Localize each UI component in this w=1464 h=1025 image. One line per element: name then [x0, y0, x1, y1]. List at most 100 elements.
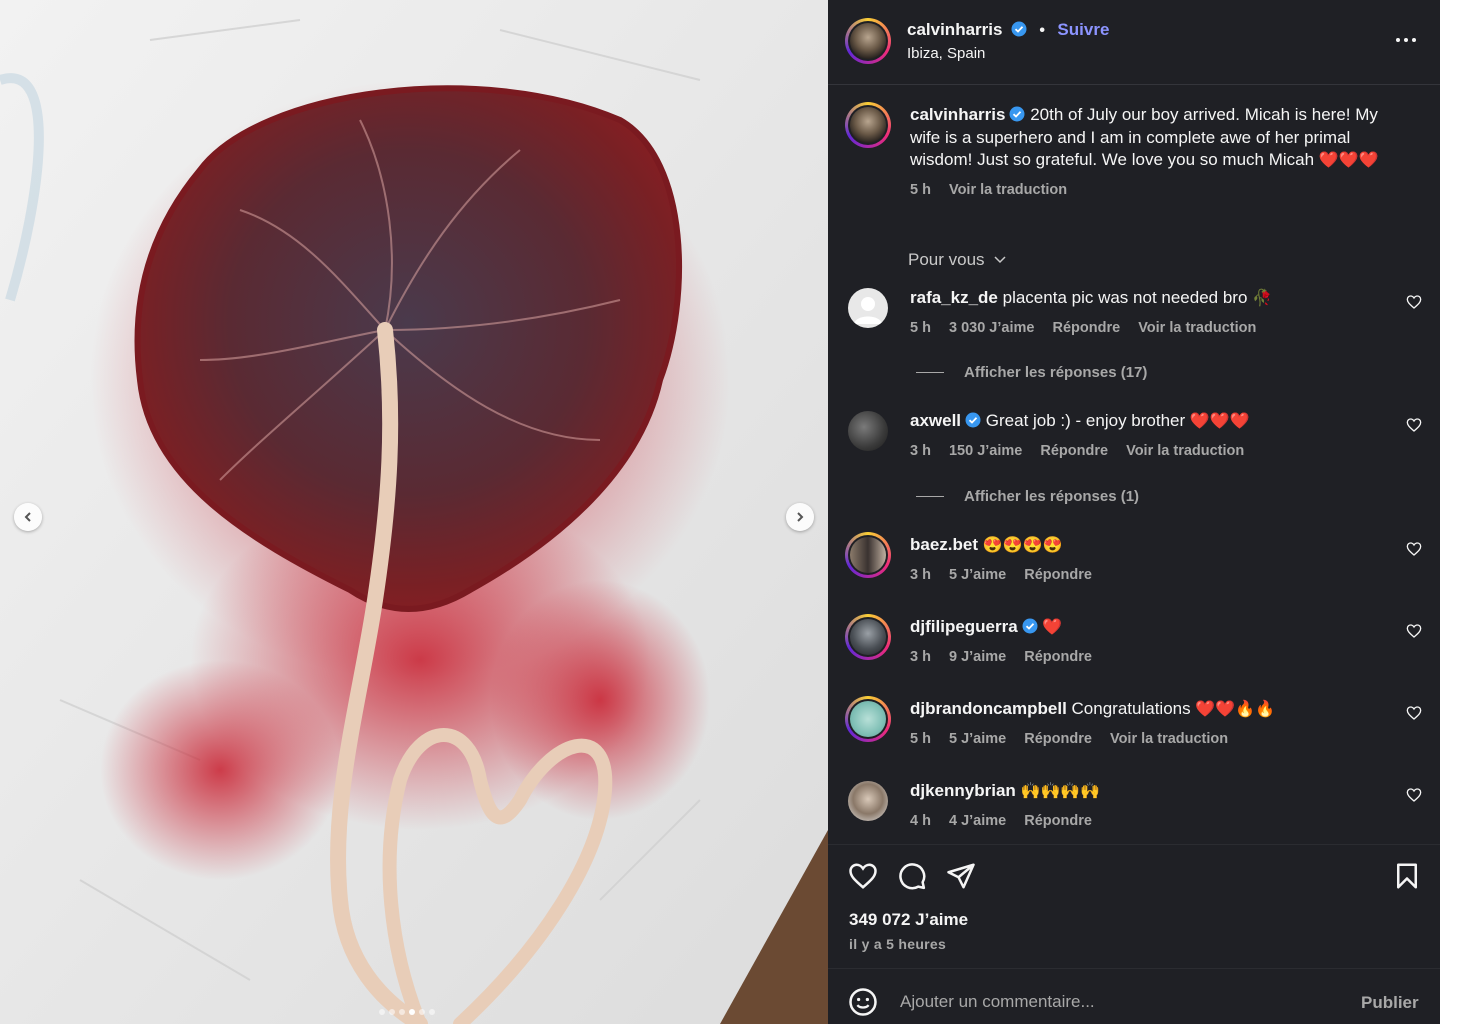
caption-username[interactable]: calvinharris	[910, 105, 1005, 124]
translate-link[interactable]: Voir la traduction	[1126, 443, 1244, 459]
comment-likes[interactable]: 3 030 J’aime	[949, 320, 1034, 336]
comment-emoji: ❤️	[1042, 619, 1063, 636]
reply-button[interactable]: Répondre	[1052, 320, 1120, 336]
comment-time: 3 h	[910, 443, 931, 459]
carousel-dot	[379, 1009, 385, 1015]
commenter-avatar[interactable]	[848, 288, 888, 328]
commenter-avatar[interactable]	[848, 411, 888, 451]
default-user-icon	[854, 297, 882, 324]
comment-emoji: 😍😍😍😍	[982, 537, 1063, 554]
verified-badge-icon	[1011, 21, 1027, 37]
chevron-left-icon	[24, 512, 31, 522]
comment-time: 5 h	[910, 731, 931, 747]
add-comment-bar: Publier	[828, 968, 1440, 1025]
carousel-dot	[389, 1009, 395, 1015]
carousel-next-button[interactable]	[786, 503, 814, 531]
comment-like-icon[interactable]	[1406, 623, 1422, 639]
add-comment-input[interactable]	[898, 991, 1342, 1013]
comment-body: Great job :) - enjoy brother	[985, 411, 1186, 430]
verified-badge-icon	[1009, 106, 1025, 122]
commenter-avatar[interactable]	[845, 696, 891, 742]
caption-emoji: ❤️❤️❤️	[1318, 152, 1379, 169]
post-photo	[0, 0, 828, 1024]
carousel-dot	[399, 1009, 405, 1015]
comment-meta: 5 h 3 030 J’aime Répondre Voir la traduc…	[910, 320, 1270, 336]
like-button[interactable]	[848, 861, 878, 891]
comment-username[interactable]: djbrandoncampbell	[910, 699, 1067, 718]
header-separator: •	[1039, 22, 1045, 39]
comment-username[interactable]: baez.bet	[910, 535, 978, 554]
comment-text: djkennybrian 🙌🙌🙌🙌	[910, 781, 1100, 801]
commenter-avatar[interactable]	[848, 781, 888, 821]
author-username[interactable]: calvinharris	[907, 20, 1002, 39]
post-likes-count[interactable]: 349 072 J’aime	[849, 910, 968, 930]
comment-text: djfilipeguerra ❤️	[910, 617, 1062, 637]
commenter-avatar[interactable]	[845, 614, 891, 660]
post-timestamp: il y a 5 heures	[849, 936, 947, 952]
comment-like-icon[interactable]	[1406, 294, 1422, 310]
comment-likes[interactable]: 5 J’aime	[949, 567, 1006, 583]
follow-button[interactable]: Suivre	[1057, 20, 1109, 39]
save-button[interactable]	[1392, 861, 1422, 891]
publish-button[interactable]: Publier	[1361, 993, 1419, 1013]
carousel-dot	[419, 1009, 425, 1015]
reply-button[interactable]: Répondre	[1040, 443, 1108, 459]
reply-button[interactable]: Répondre	[1024, 567, 1092, 583]
carousel-prev-button[interactable]	[14, 503, 42, 531]
more-options-button[interactable]	[1394, 30, 1422, 50]
view-replies-button[interactable]: Afficher les réponses (1)	[916, 488, 1139, 505]
comment-text: rafa_kz_de placenta pic was not needed b…	[910, 288, 1272, 308]
reply-button[interactable]: Répondre	[1024, 649, 1092, 665]
reply-button[interactable]: Répondre	[1024, 813, 1092, 829]
comment-emoji: 🥀	[1252, 290, 1273, 307]
reply-button[interactable]: Répondre	[1024, 731, 1092, 747]
commenter-avatar[interactable]	[845, 532, 891, 578]
comment-like-icon[interactable]	[1406, 417, 1422, 433]
translate-link[interactable]: Voir la traduction	[1138, 320, 1256, 336]
carousel-dot	[429, 1009, 435, 1015]
share-button[interactable]	[946, 861, 976, 891]
comment-username[interactable]: djfilipeguerra	[910, 617, 1018, 636]
comment-time: 3 h	[910, 567, 931, 583]
comment-likes[interactable]: 4 J’aime	[949, 813, 1006, 829]
translate-link[interactable]: Voir la traduction	[1110, 731, 1228, 747]
comment-sort-dropdown[interactable]: Pour vous	[908, 250, 1007, 270]
comment-like-icon[interactable]	[1406, 705, 1422, 721]
comment-body: placenta pic was not needed bro	[1002, 288, 1248, 307]
chevron-down-icon	[994, 256, 1006, 264]
emoji-picker-button[interactable]	[848, 987, 878, 1017]
view-replies-button[interactable]: Afficher les réponses (17)	[916, 364, 1147, 381]
post-caption: calvinharris 20th of July our boy arrive…	[910, 104, 1410, 201]
comment-text: baez.bet 😍😍😍😍	[910, 535, 1062, 555]
placenta-photo-image	[0, 0, 828, 1024]
view-replies-label: Afficher les réponses (1)	[964, 488, 1140, 505]
comment-emoji: ❤️❤️❤️	[1189, 413, 1250, 430]
comment-username[interactable]: axwell	[910, 411, 961, 430]
actions-divider	[828, 844, 1440, 845]
comment-meta: 3 h 5 J’aime Répondre	[910, 567, 1106, 583]
caption-author-avatar[interactable]	[845, 102, 891, 148]
comment-likes[interactable]: 9 J’aime	[949, 649, 1006, 665]
comment-username[interactable]: djkennybrian	[910, 781, 1016, 800]
comment-likes[interactable]: 150 J’aime	[949, 443, 1022, 459]
author-avatar[interactable]	[845, 18, 891, 64]
instagram-post-modal: calvinharris • Suivre Ibiza, Spain calvi…	[0, 0, 1464, 1024]
comment-meta: 5 h 5 J’aime Répondre Voir la traduction	[910, 731, 1242, 747]
comment-meta: 3 h 9 J’aime Répondre	[910, 649, 1106, 665]
caption-translate-link[interactable]: Voir la traduction	[949, 182, 1067, 198]
post-location[interactable]: Ibiza, Spain	[907, 45, 985, 62]
comment-time: 4 h	[910, 813, 931, 829]
comment-like-icon[interactable]	[1406, 787, 1422, 803]
comment-username[interactable]: rafa_kz_de	[910, 288, 998, 307]
comment-meta: 3 h 150 J’aime Répondre Voir la traducti…	[910, 443, 1258, 459]
comment-meta: 4 h 4 J’aime Répondre	[910, 813, 1106, 829]
comment-text: djbrandoncampbell Congratulations ❤️❤️🔥🔥	[910, 699, 1275, 719]
verified-badge-icon	[1022, 618, 1038, 634]
comment-text: axwell Great job :) - enjoy brother ❤️❤️…	[910, 411, 1250, 431]
comment-time: 5 h	[910, 320, 931, 336]
carousel-dot-active	[409, 1009, 415, 1015]
comment-like-icon[interactable]	[1406, 541, 1422, 557]
comment-likes[interactable]: 5 J’aime	[949, 731, 1006, 747]
comment-button[interactable]	[897, 861, 927, 891]
carousel-indicator	[379, 1009, 435, 1015]
